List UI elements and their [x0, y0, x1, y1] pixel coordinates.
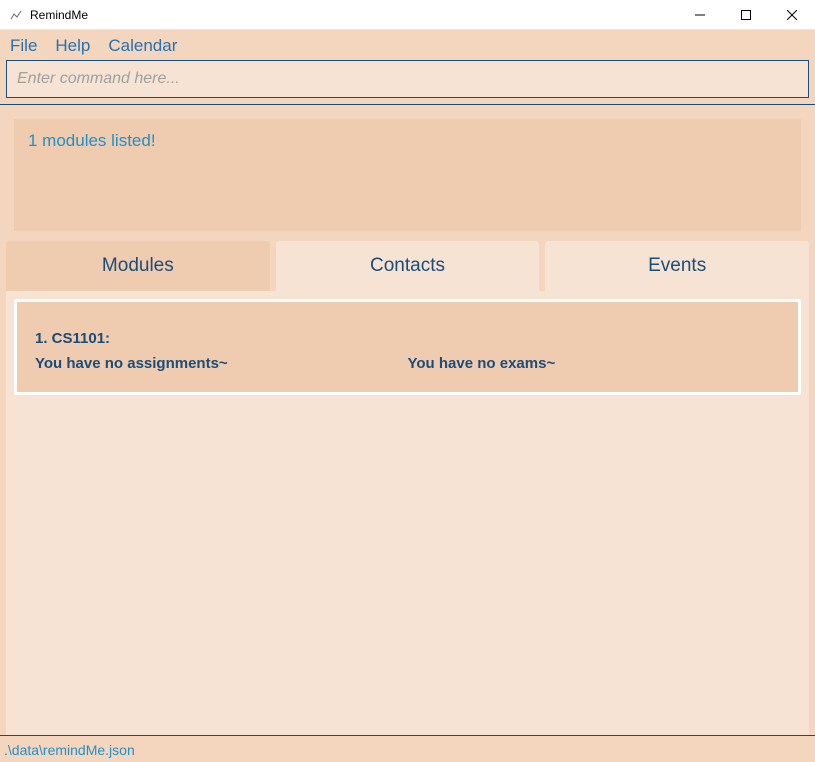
menu-help[interactable]: Help [55, 36, 90, 56]
module-title: 1. CS1101: [35, 330, 780, 347]
close-button[interactable] [769, 0, 815, 30]
titlebar-left: RemindMe [8, 7, 88, 23]
module-exams: You have no exams~ [408, 355, 781, 372]
module-assignments: You have no assignments~ [35, 355, 408, 372]
content-area: 1. CS1101: You have no assignments~ You … [6, 291, 809, 735]
tab-modules[interactable]: Modules [6, 241, 270, 291]
window-controls [677, 0, 815, 30]
footer-path: .\data\remindMe.json [4, 742, 135, 758]
minimize-button[interactable] [677, 0, 723, 30]
status-panel: 1 modules listed! [14, 119, 801, 231]
footer: .\data\remindMe.json [0, 735, 815, 762]
menu-file[interactable]: File [10, 36, 37, 56]
command-input[interactable] [6, 60, 809, 98]
app-icon [8, 7, 24, 23]
module-card[interactable]: 1. CS1101: You have no assignments~ You … [14, 299, 801, 395]
tab-events[interactable]: Events [545, 241, 809, 291]
tab-contacts[interactable]: Contacts [276, 241, 540, 291]
status-message: 1 modules listed! [28, 131, 156, 150]
tabs: Modules Contacts Events [0, 241, 815, 291]
divider-top [0, 104, 815, 105]
command-area [0, 60, 815, 104]
menu-calendar[interactable]: Calendar [108, 36, 177, 56]
maximize-button[interactable] [723, 0, 769, 30]
app-body: File Help Calendar 1 modules listed! Mod… [0, 30, 815, 762]
window-title: RemindMe [30, 8, 88, 22]
titlebar: RemindMe [0, 0, 815, 30]
module-row: You have no assignments~ You have no exa… [35, 355, 780, 372]
menubar: File Help Calendar [0, 30, 815, 60]
